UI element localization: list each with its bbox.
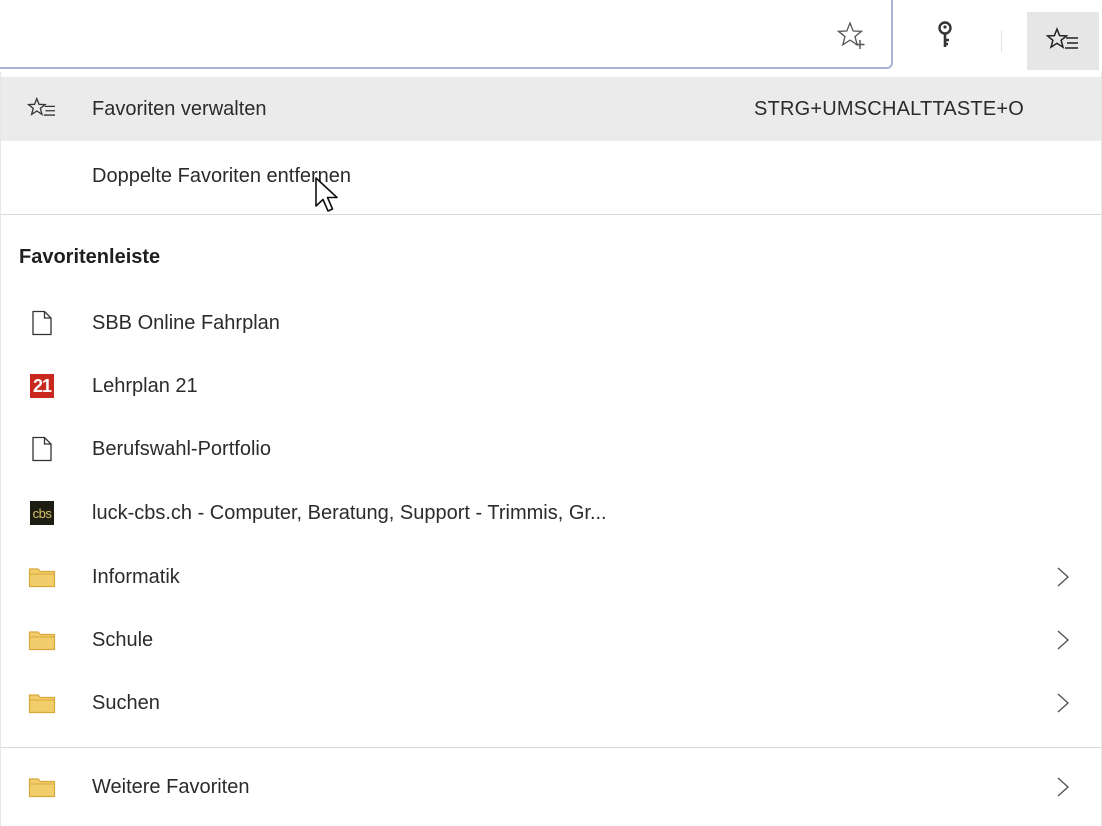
key-icon — [938, 21, 952, 47]
favorite-item-sbb[interactable]: SBB Online Fahrplan — [1, 295, 1101, 351]
favorite-item-lehrplan21[interactable]: 21 Lehrplan 21 — [1, 358, 1101, 414]
favorite-label: Berufswahl-Portfolio — [92, 437, 271, 460]
add-to-favorites-button[interactable] — [832, 16, 872, 56]
cbs-favicon: cbs — [27, 498, 57, 528]
folder-icon — [27, 562, 57, 592]
divider — [1, 747, 1101, 748]
folder-label: Schule — [92, 628, 154, 651]
folder-item-schule[interactable]: Schule — [1, 612, 1101, 668]
folder-label: Informatik — [92, 565, 180, 588]
favorites-dropdown: Favoriten verwalten STRG+UMSCHALTTASTE+O… — [0, 72, 1102, 826]
toolbar-separator — [1001, 30, 1002, 52]
folder-icon — [27, 625, 57, 655]
lehrplan21-favicon: 21 — [27, 371, 57, 401]
folder-icon — [27, 772, 57, 802]
folder-label: Suchen — [92, 691, 160, 714]
favorites-hub-button[interactable] — [1027, 12, 1099, 70]
chevron-right-icon — [1057, 630, 1070, 650]
star-list-icon — [27, 94, 57, 124]
favorite-item-luck-cbs[interactable]: cbs luck-cbs.ch - Computer, Beratung, Su… — [1, 485, 1101, 541]
remove-duplicates-label: Doppelte Favoriten entfernen — [92, 164, 352, 187]
section-title-favorites-bar: Favoritenleiste — [19, 246, 161, 268]
favorite-label: SBB Online Fahrplan — [92, 311, 280, 334]
favorite-label: luck-cbs.ch - Computer, Beratung, Suppor… — [92, 501, 607, 524]
manage-favorites-item[interactable]: Favoriten verwalten STRG+UMSCHALTTASTE+O — [1, 77, 1101, 141]
folder-item-informatik[interactable]: Informatik — [1, 549, 1101, 605]
folder-icon — [27, 688, 57, 718]
remove-duplicates-item[interactable]: Doppelte Favoriten entfernen — [1, 148, 1101, 204]
folder-item-suchen[interactable]: Suchen — [1, 675, 1101, 731]
page-icon — [27, 308, 57, 338]
passwords-button[interactable] — [925, 16, 965, 56]
chevron-right-icon — [1057, 693, 1070, 713]
star-plus-icon — [836, 21, 865, 49]
browser-toolbar — [0, 0, 1102, 72]
chevron-right-icon — [1057, 567, 1070, 587]
chevron-right-icon — [1057, 777, 1070, 797]
manage-favorites-shortcut: STRG+UMSCHALTTASTE+O — [754, 97, 1024, 120]
favorite-item-berufswahl[interactable]: Berufswahl-Portfolio — [1, 421, 1101, 477]
page-icon — [27, 434, 57, 464]
mouse-cursor-icon — [315, 177, 338, 212]
favorites-hub-icon — [1046, 26, 1078, 49]
divider — [1, 214, 1101, 215]
favorite-label: Lehrplan 21 — [92, 374, 198, 397]
folder-item-other-favorites[interactable]: Weitere Favoriten — [1, 759, 1101, 815]
folder-label: Weitere Favoriten — [92, 775, 250, 798]
address-bar[interactable] — [0, 0, 893, 69]
manage-favorites-label: Favoriten verwalten — [92, 97, 267, 120]
